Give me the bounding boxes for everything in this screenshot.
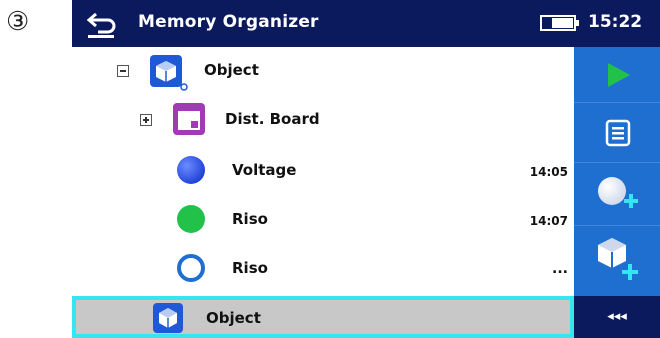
object-icon bbox=[153, 303, 183, 333]
action-sidebar: ◂◂◂ bbox=[574, 47, 660, 338]
tree-row-label: Riso bbox=[232, 259, 268, 277]
timestamp: ... bbox=[552, 261, 568, 277]
start-measurement-button[interactable] bbox=[574, 47, 660, 103]
step-marker: ③ bbox=[6, 7, 30, 37]
instrument-screen: Memory Organizer 15:22 Object Dist. Boar… bbox=[72, 0, 660, 338]
tree-row-label: Object bbox=[204, 61, 259, 79]
add-measurement-icon bbox=[598, 177, 638, 208]
selected-object-row[interactable]: Object bbox=[72, 296, 574, 338]
back-arrow-icon bbox=[86, 12, 116, 38]
expand-toggle[interactable] bbox=[140, 114, 152, 126]
tree-row-voltage[interactable]: Voltage 14:05 bbox=[72, 145, 574, 194]
measurement-passed-icon bbox=[177, 205, 205, 233]
memory-tree: Object Dist. Board Voltage 14:05 Riso 14… bbox=[72, 47, 574, 338]
timestamp: 14:07 bbox=[529, 214, 568, 228]
clock: 15:22 bbox=[588, 12, 643, 32]
back-button[interactable] bbox=[84, 6, 118, 40]
battery-icon bbox=[540, 14, 580, 32]
measurement-empty-icon bbox=[177, 254, 205, 282]
object-icon bbox=[150, 55, 188, 91]
tree-row-label: Riso bbox=[232, 210, 268, 228]
add-object-icon bbox=[598, 238, 638, 280]
add-measurement-button[interactable] bbox=[574, 163, 660, 226]
measurement-done-icon bbox=[177, 156, 205, 184]
collapse-toggle[interactable] bbox=[117, 65, 129, 77]
tree-row-object[interactable]: Object bbox=[72, 47, 574, 96]
tree-row-riso-empty[interactable]: Riso ... bbox=[72, 243, 574, 292]
page-title: Memory Organizer bbox=[138, 12, 319, 32]
tree-row-dist-board[interactable]: Dist. Board bbox=[72, 96, 574, 145]
timestamp: 14:05 bbox=[529, 165, 568, 179]
tree-row-riso-passed[interactable]: Riso 14:07 bbox=[72, 194, 574, 243]
tree-row-label: Dist. Board bbox=[225, 110, 320, 128]
distribution-board-icon bbox=[173, 103, 205, 135]
list-icon bbox=[605, 119, 631, 147]
add-object-button[interactable] bbox=[574, 226, 660, 296]
title-bar: Memory Organizer 15:22 bbox=[72, 0, 660, 47]
tree-row-label: Voltage bbox=[232, 161, 297, 179]
play-icon bbox=[608, 63, 630, 87]
tree-row-label: Object bbox=[206, 309, 261, 327]
view-results-button[interactable] bbox=[574, 103, 660, 163]
options-toggle[interactable]: ◂◂◂ bbox=[574, 296, 660, 338]
